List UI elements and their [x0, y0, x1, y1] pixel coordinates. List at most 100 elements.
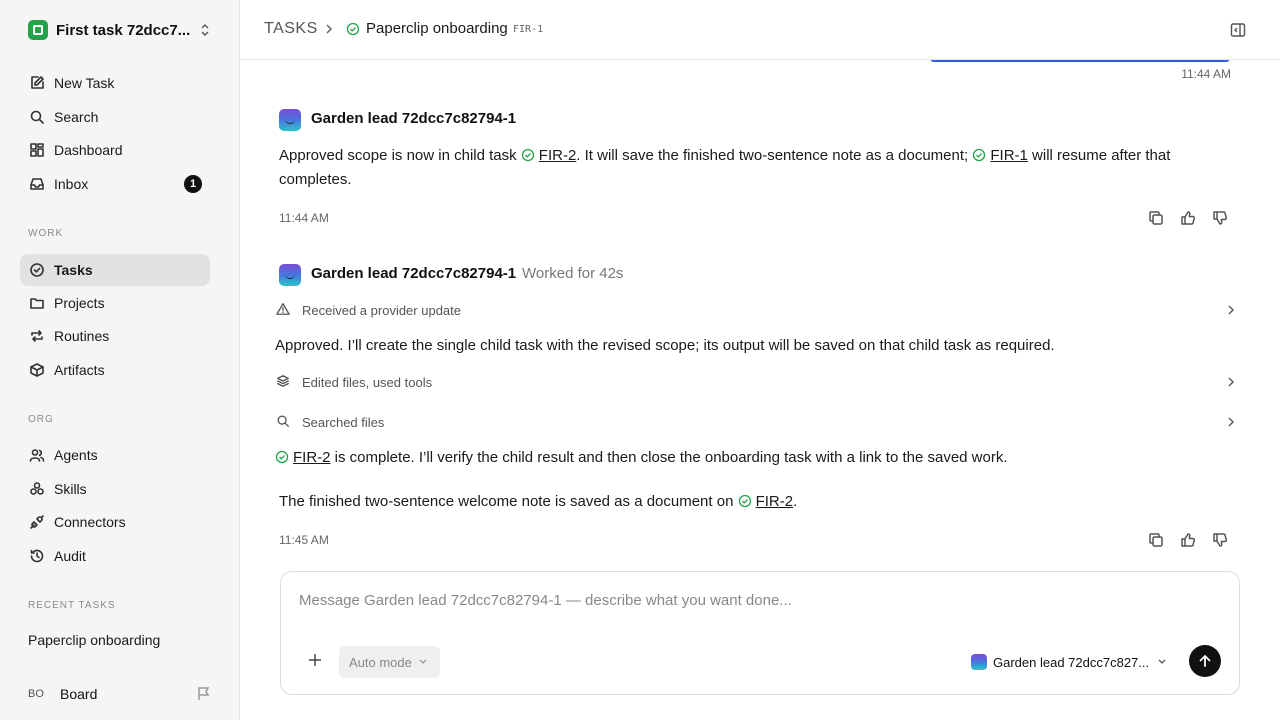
inbox-icon: [28, 175, 46, 193]
panel-toggle-icon[interactable]: [1230, 22, 1246, 38]
nav-connectors[interactable]: Connectors: [20, 506, 210, 538]
mode-select-label: Auto mode: [349, 654, 412, 670]
folder-icon: [28, 294, 46, 312]
users-icon: [28, 446, 46, 464]
section-work-label: WORK: [28, 228, 64, 239]
message-text-part: .: [793, 493, 798, 510]
send-button[interactable]: [1189, 645, 1221, 677]
check-circle-icon: [28, 261, 46, 279]
message-text: FIR-2 is complete. I’ll verify the child…: [275, 446, 1235, 470]
chevron-right-icon: [1228, 417, 1234, 427]
timestamp: 11:44 AM: [1181, 67, 1231, 81]
message-input[interactable]: [299, 592, 1199, 609]
nav-projects[interactable]: Projects: [20, 287, 210, 319]
breadcrumb-tasks[interactable]: TASKS: [264, 20, 318, 38]
nav-dashboard[interactable]: Dashboard: [20, 134, 210, 166]
nav-projects-label: Projects: [54, 295, 105, 311]
agent-avatar: [971, 654, 987, 670]
message-text: Approved scope is now in child task FIR-…: [279, 144, 1239, 192]
message-actions: [1148, 210, 1228, 226]
workspace-logo: [28, 20, 48, 40]
thread: 11:44 AM Garden lead 72dcc7c82794-1 Appr…: [240, 60, 1280, 720]
workspace-switcher[interactable]: First task 72dcc7...: [28, 18, 218, 42]
tool-row-provider-update[interactable]: Received a provider update: [276, 298, 1236, 322]
tool-row-label: Edited files, used tools: [302, 374, 433, 390]
layers-icon: [276, 374, 292, 390]
flag-icon[interactable]: [196, 686, 212, 702]
dashboard-icon: [28, 141, 46, 159]
agent-select[interactable]: Garden lead 72dcc7c827...: [971, 652, 1175, 672]
box-icon: [28, 361, 46, 379]
copy-icon[interactable]: [1148, 532, 1164, 548]
board-label: Board: [60, 686, 98, 702]
chevron-down-icon: [419, 659, 427, 664]
task-id-label: FIR-1: [513, 24, 544, 35]
plus-icon[interactable]: [307, 652, 323, 668]
chevron-updown-icon: [201, 24, 209, 36]
nav-new-task-label: New Task: [54, 75, 115, 91]
message-timestamp: 11:44 AM: [279, 211, 329, 225]
message-text-part: Approved scope is now in child task: [279, 147, 521, 164]
page-header: TASKS Paperclip onboarding FIR-1: [240, 0, 1280, 60]
history-icon: [28, 547, 46, 565]
nav-dashboard-label: Dashboard: [54, 142, 123, 158]
sidebar: First task 72dcc7... New Task Search Das…: [0, 0, 240, 720]
tool-row-searched-files[interactable]: Searched files: [276, 410, 1236, 434]
thumbs-down-icon[interactable]: [1212, 532, 1228, 548]
nav-audit[interactable]: Audit: [20, 540, 210, 572]
check-circle-icon: [973, 148, 986, 162]
task-link-fir-2[interactable]: FIR-2: [293, 449, 331, 466]
message-author: Garden lead 72dcc7c82794-1: [311, 110, 517, 127]
skills-icon: [28, 480, 46, 498]
nav-routines-label: Routines: [54, 328, 110, 344]
message-actions: [1148, 532, 1228, 548]
copy-icon[interactable]: [1148, 210, 1164, 226]
edit-icon: [28, 74, 46, 92]
thumbs-down-icon[interactable]: [1212, 210, 1228, 226]
board-switcher[interactable]: BO Board: [28, 684, 212, 704]
nav-routines[interactable]: Routines: [20, 320, 210, 352]
board-avatar: BO: [28, 688, 44, 700]
check-circle-icon: [521, 148, 534, 162]
task-link-fir-1[interactable]: FIR-1: [990, 147, 1028, 164]
nav-artifacts[interactable]: Artifacts: [20, 354, 210, 386]
thumbs-up-icon[interactable]: [1180, 210, 1196, 226]
tool-row-edited-files[interactable]: Edited files, used tools: [276, 370, 1236, 394]
nav-new-task[interactable]: New Task: [20, 67, 210, 99]
search-icon: [276, 414, 292, 430]
check-circle-icon: [275, 450, 289, 464]
check-circle-icon: [738, 494, 751, 508]
check-circle-icon: [346, 22, 360, 36]
message-text-part: The finished two-sentence welcome note i…: [279, 493, 738, 510]
nav-search[interactable]: Search: [20, 101, 210, 133]
inbox-count-badge: 1: [184, 175, 202, 193]
agent-avatar: [279, 109, 301, 131]
plug-icon: [28, 513, 46, 531]
nav-audit-label: Audit: [54, 548, 86, 564]
recent-task-link[interactable]: Paperclip onboarding: [28, 632, 160, 648]
chevron-down-icon: [1158, 659, 1166, 664]
mode-select[interactable]: Auto mode: [339, 646, 440, 678]
user-message-bubble: [930, 60, 1230, 62]
message-author: Garden lead 72dcc7c82794-1: [311, 265, 517, 282]
section-recent-label: RECENT TASKS: [28, 600, 116, 611]
nav-inbox[interactable]: Inbox 1: [20, 168, 210, 200]
chevron-right-icon: [326, 24, 333, 34]
message-timestamp: 11:45 AM: [279, 533, 329, 547]
nav-agents[interactable]: Agents: [20, 439, 210, 471]
message-text: The finished two-sentence welcome note i…: [279, 490, 1239, 514]
nav-tasks-label: Tasks: [54, 262, 93, 278]
message-text-part: . It will save the finished two-sentence…: [576, 147, 973, 164]
nav-search-label: Search: [54, 109, 99, 125]
message-text: Approved. I’ll create the single child t…: [275, 337, 1055, 354]
nav-agents-label: Agents: [54, 447, 98, 463]
thumbs-up-icon[interactable]: [1180, 532, 1196, 548]
message-text-part: is complete. I’ll verify the child resul…: [330, 449, 1008, 466]
nav-skills[interactable]: Skills: [20, 473, 210, 505]
worked-duration: Worked for 42s: [522, 265, 624, 282]
nav-skills-label: Skills: [54, 481, 87, 497]
nav-tasks[interactable]: Tasks: [20, 254, 210, 286]
task-link-fir-2[interactable]: FIR-2: [539, 147, 577, 164]
section-org-label: ORG: [28, 414, 54, 425]
task-link-fir-2[interactable]: FIR-2: [756, 493, 794, 510]
